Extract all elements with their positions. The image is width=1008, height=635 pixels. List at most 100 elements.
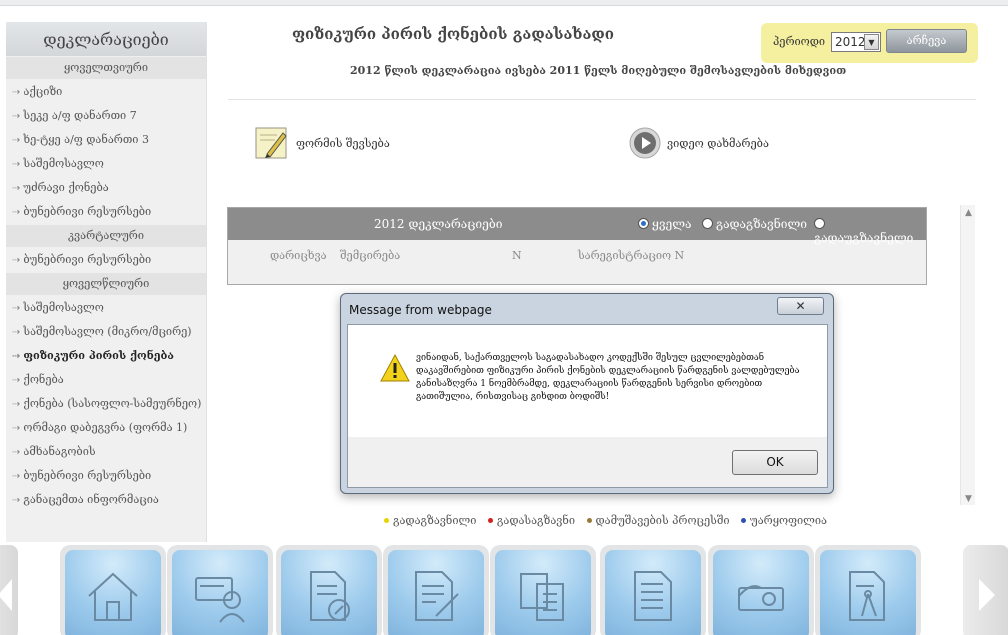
top-border	[0, 0, 1008, 6]
legend-item: გადაგზავნილი	[384, 514, 476, 527]
column-header: N	[512, 249, 522, 262]
arrow-right-icon	[979, 579, 995, 611]
status-legend: გადაგზავნილი გადასაგზავნი დამუშავების პრ…	[384, 514, 835, 527]
nav-next-button[interactable]	[963, 545, 1008, 635]
tile-documents[interactable]	[490, 545, 596, 635]
arrow-icon: ⇢	[12, 183, 21, 194]
sidebar-item-label: განაცემთა ინფორმაცია	[23, 493, 159, 506]
sidebar-item-income-monthly[interactable]: ⇢ საშემოსავლო	[6, 152, 206, 176]
tile-tax-card[interactable]	[167, 545, 273, 635]
sidebar-item-real-estate[interactable]: ⇢ უძრავი ქონება	[6, 176, 206, 200]
sidebar-item-label: საშემოსავლო	[23, 301, 104, 314]
red-dot-icon	[487, 518, 493, 523]
legend-item: უარყოფილია	[741, 514, 827, 527]
sidebar-item-property[interactable]: ⇢ ქონება	[6, 368, 206, 392]
tile-form-document[interactable]	[600, 545, 706, 635]
sidebar-item-natural-resources-yearly[interactable]: ⇢ ბუნებრივი რესურსები	[6, 464, 206, 488]
home-icon	[88, 572, 138, 621]
sidebar-item-timber[interactable]: ⇢ ხე-ტყე ა/ფ დანართი 3	[6, 128, 206, 152]
message-dialog: Message from webpage ✕ ვინაიდან, საქართვ…	[340, 293, 834, 494]
sidebar-section-monthly: ყოველთვიური	[6, 57, 206, 79]
form-fill-icon[interactable]	[255, 127, 289, 159]
sidebar-item-label: საშემოსავლო (მიკრო/მცირე)	[23, 325, 192, 338]
column-header: დარიცხვა	[270, 249, 327, 262]
choose-button[interactable]: არჩევა	[886, 29, 967, 53]
sidebar-item-label: უძრავი ქონება	[23, 181, 109, 194]
tax-document-icon	[310, 571, 350, 621]
sidebar-item-label: ბუნებრივი რესურსები	[23, 205, 152, 218]
tile-drafting-document[interactable]	[815, 545, 921, 635]
scroll-down-icon[interactable]: ▼	[963, 494, 974, 504]
form-document-icon	[634, 571, 672, 621]
nav-prev-button[interactable]	[0, 545, 18, 635]
documents-icon	[520, 573, 564, 621]
sidebar-item-income-yearly[interactable]: ⇢ საშემოსავლო	[6, 296, 206, 320]
divider	[228, 99, 976, 100]
brown-dot-icon	[586, 518, 592, 523]
dialog-close-button[interactable]: ✕	[777, 297, 824, 315]
period-select-value: 2012	[835, 35, 866, 49]
declarations-columns: დარიცხვა შემცირება N სარეგისტრაციო N	[228, 240, 926, 272]
sidebar: დეკლარაციები ყოველთვიური ⇢ აქციზი ⇢ სეკე ა…	[6, 22, 207, 542]
arrow-icon: ⇢	[12, 303, 21, 314]
column-header: სარეგისტრაციო N	[578, 249, 685, 262]
arrow-icon: ⇢	[12, 495, 21, 506]
dialog-body: ვინაიდან, საქართველოს საგადასახადო კოდექ…	[347, 324, 828, 488]
sidebar-item-excise[interactable]: ⇢ აქციზი	[6, 80, 206, 104]
arrow-icon: ⇢	[12, 423, 21, 434]
declarations-header: 2012 დეკლარაციები ყველა გადაგზავნილი გად…	[228, 208, 926, 245]
period-select[interactable]: 2012 ▼	[831, 32, 881, 52]
tile-tax-document[interactable]	[276, 545, 382, 635]
tile-edit-document[interactable]	[383, 545, 489, 635]
radio-icon	[702, 218, 713, 229]
sidebar-section-yearly: ყოველწლიური	[6, 273, 206, 295]
arrow-icon: ⇢	[12, 111, 21, 122]
fill-form-link[interactable]: ფორმის შევსება	[296, 137, 390, 150]
sidebar-item-income-micro[interactable]: ⇢ საშემოსავლო (მიკრო/მცირე)	[6, 320, 206, 344]
declarations-panel: 2012 დეკლარაციები ყველა გადაგზავნილი გად…	[227, 207, 927, 285]
money-card-icon	[738, 585, 784, 611]
sidebar-item-label: ორმაგი დაბეგვრა (ფორმა 1)	[23, 421, 188, 434]
drafting-document-icon	[849, 571, 885, 621]
arrow-icon: ⇢	[12, 135, 21, 146]
scrollbar[interactable]: ▲ ▼	[960, 205, 975, 505]
sidebar-item-label: ქონება	[23, 373, 64, 386]
declarations-title: 2012 დეკლარაციები	[374, 217, 503, 231]
sidebar-item-label: ბუნებრივი რესურსები	[23, 253, 152, 266]
arrow-icon: ⇢	[12, 255, 21, 266]
filter-all-radio[interactable]: ყველა	[638, 217, 692, 231]
arrow-icon: ⇢	[12, 207, 21, 218]
sidebar-item-property-agricultural[interactable]: ⇢ ქონება (სასოფლო-სამეურნეო)	[6, 392, 206, 416]
sidebar-item-label: აქციზი	[23, 85, 63, 98]
sidebar-item-label: ქონება (სასოფლო-სამეურნეო)	[23, 397, 202, 410]
legend-item: გადასაგზავნი	[487, 514, 575, 527]
sidebar-item-individual-property[interactable]: ⇢ ფიზიკური პირის ქონება	[6, 344, 206, 368]
dialog-message: ვინაიდან, საქართველოს საგადასახადო კოდექ…	[416, 353, 800, 402]
arrow-icon: ⇢	[12, 159, 21, 170]
radio-checked-icon	[638, 218, 649, 229]
sidebar-item-label: ფიზიკური პირის ქონება	[23, 349, 174, 362]
sidebar-title: დეკლარაციები	[6, 22, 206, 56]
sidebar-item-label: ბუნებრივი რესურსები	[23, 469, 152, 482]
tile-money-card[interactable]	[708, 545, 814, 635]
sidebar-item-partnership[interactable]: ⇢ ამხანაგობის	[6, 440, 206, 464]
sidebar-item-label: ხე-ტყე ა/ფ დანართი 3	[23, 133, 149, 146]
sidebar-item-label: საშემოსავლო	[23, 157, 104, 170]
arrow-icon: ⇢	[12, 87, 21, 98]
tile-home[interactable]	[60, 545, 166, 635]
filter-sent-radio[interactable]: გადაგზავნილი	[702, 217, 807, 231]
sidebar-item-natural-resources-quarterly[interactable]: ⇢ ბუნებრივი რესურსები	[6, 248, 206, 272]
video-play-icon[interactable]	[627, 126, 663, 160]
dialog-content: ვინაიდან, საქართველოს საგადასახადო კოდექ…	[348, 325, 827, 437]
edit-document-icon	[415, 571, 459, 621]
sidebar-item-natural-resources-monthly[interactable]: ⇢ ბუნებრივი რესურსები	[6, 200, 206, 224]
sidebar-item-seke[interactable]: ⇢ სეკე ა/ფ დანართი 7	[6, 104, 206, 128]
chevron-down-icon[interactable]: ▼	[864, 34, 879, 50]
video-help-link[interactable]: ვიდეო დახმარება	[667, 137, 769, 150]
period-label: პერიოდი	[773, 35, 826, 48]
sidebar-item-payout-info[interactable]: ⇢ განაცემთა ინფორმაცია	[6, 488, 206, 512]
ok-button[interactable]: OK	[732, 450, 818, 475]
blue-dot-icon	[741, 518, 747, 523]
scroll-up-icon[interactable]: ▲	[963, 208, 974, 218]
sidebar-item-double-taxation[interactable]: ⇢ ორმაგი დაბეგვრა (ფორმა 1)	[6, 416, 206, 440]
